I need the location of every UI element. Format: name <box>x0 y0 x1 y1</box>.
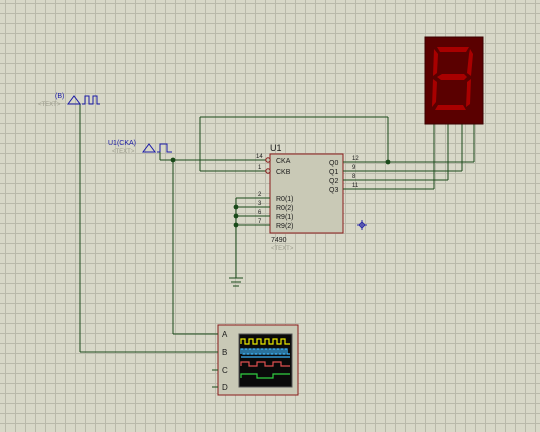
crosshair-icon[interactable] <box>357 220 367 230</box>
pin-name: CKB <box>276 169 291 176</box>
pin-num: 6 <box>258 210 262 216</box>
pin-name: Q3 <box>329 187 338 194</box>
schematic-svg: (B) <TEXT> U1(CKA) <TEXT> U1 7490 <TEXT> <box>0 0 484 396</box>
pin-name: CKA <box>276 158 291 165</box>
pin-num: 2 <box>258 192 262 198</box>
counter-part: 7490 <box>271 237 287 244</box>
schematic-canvas[interactable]: (B) <TEXT> U1(CKA) <TEXT> U1 7490 <TEXT> <box>0 0 540 432</box>
pin-name: R9(2) <box>276 223 294 230</box>
oscilloscope[interactable]: A B C D <box>212 324 299 396</box>
generator-u1[interactable]: U1(CKA) <TEXT> <box>108 140 172 160</box>
seven-segment-display[interactable]: 8 <box>0 0 484 125</box>
ground-icon[interactable] <box>229 277 243 287</box>
pulse-wave-icon <box>157 143 172 153</box>
generator-b[interactable]: (B) <TEXT> <box>38 93 100 108</box>
ckb-bubble-icon <box>265 168 271 174</box>
display-digit-value: 8 <box>0 0 1 1</box>
pin-num: 12 <box>352 156 359 162</box>
pin-num: 11 <box>352 183 359 189</box>
generator-b-arrow-icon <box>67 95 81 105</box>
scope-channel-c: C <box>222 366 228 375</box>
scope-channel-a: A <box>222 330 228 339</box>
square-wave-icon <box>82 95 100 105</box>
cka-bubble-icon <box>265 157 271 163</box>
pin-num: 1 <box>258 165 262 171</box>
pin-num: 3 <box>258 201 262 207</box>
scope-channel-d: D <box>222 383 228 392</box>
pin-name: R0(2) <box>276 205 294 212</box>
counter-text: <TEXT> <box>271 246 294 252</box>
pin-name: Q2 <box>329 178 338 185</box>
generator-b-text: <TEXT> <box>38 102 61 108</box>
scope-channel-b: B <box>222 348 227 357</box>
generator-u1-arrow-icon <box>142 143 156 153</box>
pin-name: R0(1) <box>276 196 294 203</box>
generator-u1-label: U1(CKA) <box>108 140 136 147</box>
counter-7490[interactable]: U1 7490 <TEXT> 14 1 2 3 6 7 CKA CKB R0(1… <box>256 143 359 252</box>
pin-num: 9 <box>352 165 356 171</box>
pin-num: 7 <box>258 219 262 225</box>
pin-name: Q1 <box>329 169 338 176</box>
counter-ref: U1 <box>270 143 282 153</box>
generator-u1-text: <TEXT> <box>112 149 135 155</box>
pin-num: 14 <box>256 154 263 160</box>
pin-name: Q0 <box>329 160 338 167</box>
generator-b-label: (B) <box>55 93 64 100</box>
pin-num: 8 <box>352 174 356 180</box>
pin-name: R9(1) <box>276 214 294 221</box>
